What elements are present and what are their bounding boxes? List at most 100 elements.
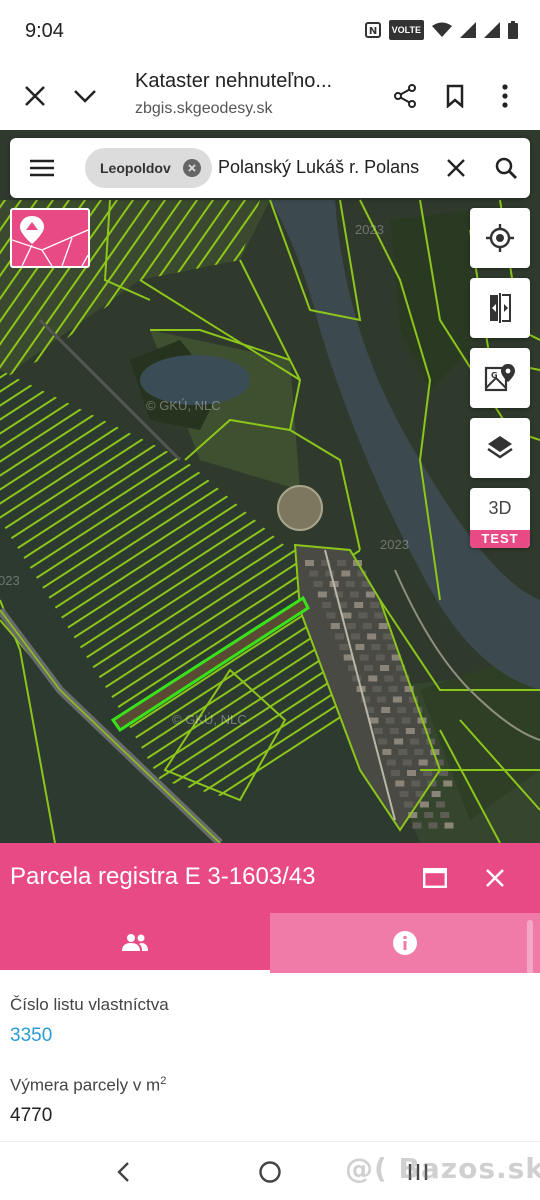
signal-2-icon <box>484 20 500 40</box>
map-year-1: 2023 <box>355 222 384 237</box>
location-chip[interactable]: Leopoldov <box>85 148 212 188</box>
building-lot <box>369 717 379 724</box>
building-lot <box>386 759 396 766</box>
building-lot <box>428 822 438 829</box>
search-bar: Leopoldov Polanský Lukáš r. Polans <box>10 138 530 198</box>
map-pin-icon: G <box>484 364 515 392</box>
status-icons: N VOLTE <box>364 20 518 40</box>
tab-owners[interactable] <box>0 913 270 973</box>
building-lot <box>378 738 388 745</box>
status-bar: 9:04 N VOLTE <box>0 0 540 62</box>
building-lot <box>373 728 383 734</box>
home-button[interactable] <box>252 1154 288 1190</box>
building-lot <box>412 822 422 829</box>
close-icon <box>25 86 45 106</box>
building-lot <box>414 749 424 755</box>
chevron-down-icon <box>74 90 96 103</box>
building-lot <box>345 581 355 587</box>
chip-remove-button[interactable] <box>183 159 201 177</box>
google-maps-button[interactable]: G <box>470 348 530 408</box>
screen: 9:04 N VOLTE Kataster nehnuteľno... zbgi… <box>0 0 540 1200</box>
map-watermark-1: © GKÚ, NLC <box>146 398 221 413</box>
basemap-switch-button[interactable] <box>10 208 90 268</box>
layers-icon <box>487 436 513 459</box>
map-year-2: 2023 <box>380 537 409 552</box>
layers-button[interactable] <box>470 418 530 478</box>
my-location-button[interactable] <box>470 208 530 268</box>
home-circle-icon <box>259 1161 281 1183</box>
building-lot <box>395 780 405 787</box>
search-input[interactable]: Polanský Lukáš r. Polans <box>218 157 438 178</box>
building-lot <box>355 644 365 650</box>
tab-info[interactable] <box>270 913 540 973</box>
building-lot <box>359 654 369 661</box>
building-lot <box>349 591 359 598</box>
page-url: zbgis.skgeodesy.sk <box>135 100 273 117</box>
building-lot <box>374 612 384 619</box>
share-button[interactable] <box>383 74 427 118</box>
more-vert-icon <box>502 84 508 108</box>
building-lot <box>305 560 314 566</box>
3d-view-button[interactable]: 3D TEST <box>470 488 530 548</box>
back-button[interactable] <box>105 1154 141 1190</box>
building-lot <box>403 801 413 808</box>
building-lot <box>370 602 380 608</box>
building-lot <box>419 801 429 808</box>
building-lot <box>385 717 395 724</box>
building-lot <box>391 770 400 776</box>
building-lot <box>383 633 393 640</box>
wifi-icon <box>432 20 452 40</box>
building-lot <box>322 602 332 608</box>
building-lot <box>371 644 381 650</box>
minimize-button[interactable] <box>63 74 107 118</box>
close-panel-button[interactable] <box>473 856 517 900</box>
page-title: Kataster nehnuteľno... <box>135 70 333 92</box>
building-lot <box>444 822 454 829</box>
maximize-panel-button[interactable] <box>413 856 457 900</box>
share-icon <box>394 84 416 108</box>
building-lot <box>339 644 349 650</box>
map-year-3: 023 <box>0 573 20 588</box>
building-lot <box>367 633 377 640</box>
building-lot <box>368 675 378 682</box>
status-time: 9:04 <box>25 20 64 42</box>
clear-search-button[interactable] <box>434 146 478 190</box>
hamburger-icon <box>30 159 54 177</box>
building-lot <box>388 686 398 692</box>
close-icon <box>447 159 465 177</box>
window-maximize-icon <box>423 868 447 888</box>
building-lot <box>375 654 385 661</box>
panel-title: Parcela registra E 3-1603/43 <box>10 863 316 890</box>
building-lot <box>365 591 375 598</box>
menu-button[interactable] <box>20 146 64 190</box>
ownership-sheet-label: Číslo listu vlastníctva <box>10 995 169 1014</box>
building-lot <box>402 759 412 766</box>
compare-button[interactable] <box>470 278 530 338</box>
building-lot <box>405 728 415 734</box>
3d-label: 3D <box>488 498 512 518</box>
ownership-sheet-link[interactable]: 3350 <box>10 1025 52 1047</box>
test-badge: TEST <box>470 530 530 548</box>
building-lot <box>418 759 428 766</box>
building-lot <box>440 812 450 818</box>
gps-target-icon <box>486 224 514 252</box>
compare-icon <box>490 293 511 323</box>
volte-badge: VOLTE <box>388 20 424 40</box>
map-watermark-2: © GKÚ, NLC <box>172 712 247 727</box>
more-menu-button[interactable] <box>483 74 527 118</box>
bookmark-button[interactable] <box>433 74 477 118</box>
cadastre-map-icon <box>12 216 88 266</box>
bookmark-icon <box>446 84 464 108</box>
building-lot <box>411 780 421 787</box>
building-lot <box>378 623 388 629</box>
close-icon <box>188 164 196 172</box>
close-tab-button[interactable] <box>13 74 57 118</box>
nfc-icon: N <box>364 20 381 40</box>
building-lot <box>389 728 399 734</box>
building-lot <box>443 780 453 787</box>
building-lot <box>326 612 336 619</box>
search-button[interactable] <box>484 146 528 190</box>
parcel-panel-header: Parcela registra E 3-1603/43 <box>0 843 540 913</box>
building-lot <box>335 633 345 640</box>
parcel-area-label-text: Výmera parcely v m <box>10 1075 161 1095</box>
